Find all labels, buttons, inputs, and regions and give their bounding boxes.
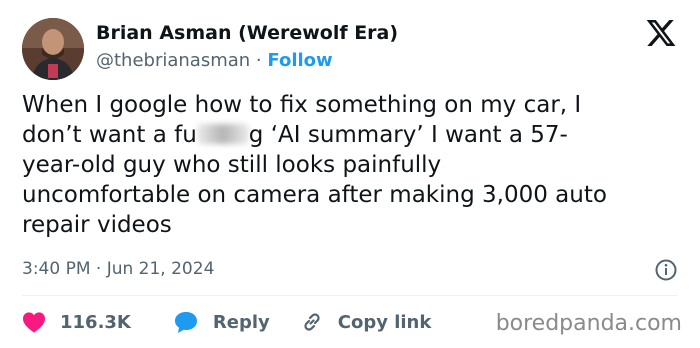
avatar-image bbox=[22, 18, 84, 80]
tweet-timestamp[interactable]: 3:40 PM · Jun 21, 2024 bbox=[22, 259, 214, 279]
handle-separator: · bbox=[255, 50, 262, 71]
tweet-line: repair videos bbox=[22, 212, 172, 238]
author-display-name[interactable]: Brian Asman (Werewolf Era) bbox=[96, 22, 398, 44]
reply-button[interactable]: Reply bbox=[173, 310, 270, 334]
tweet-card: Brian Asman (Werewolf Era) @thebrianasma… bbox=[0, 0, 700, 348]
author-handle-row: @thebrianasman · Follow bbox=[96, 50, 333, 71]
link-icon bbox=[304, 313, 320, 331]
tweet-line: don’t want a fu g ‘AI summary’ I want a 5… bbox=[22, 122, 568, 148]
like-count: 116.3K bbox=[60, 311, 131, 333]
info-icon[interactable] bbox=[654, 258, 678, 282]
tweet-line: uncomfortable on camera after making 3,0… bbox=[22, 182, 607, 208]
action-bar: 116.3K Reply Copy link bbox=[22, 309, 461, 335]
divider bbox=[22, 295, 678, 296]
copy-link-button[interactable]: Copy link bbox=[300, 310, 432, 334]
tweet-line: When I google how to fix something on my… bbox=[22, 92, 582, 118]
like-button[interactable]: 116.3K bbox=[22, 311, 131, 333]
follow-button[interactable]: Follow bbox=[267, 50, 332, 71]
author-handle[interactable]: @thebrianasman bbox=[96, 50, 250, 71]
copy-link-label: Copy link bbox=[337, 311, 432, 333]
heart-icon bbox=[23, 312, 45, 333]
speech-bubble-icon bbox=[174, 312, 197, 333]
censor-blur bbox=[196, 124, 249, 144]
source-watermark: boredpanda.com bbox=[495, 311, 682, 336]
tweet-line: year-old guy who still looks painfully bbox=[22, 152, 442, 178]
avatar[interactable] bbox=[22, 18, 84, 80]
reply-label: Reply bbox=[212, 311, 270, 333]
tweet-text: When I google how to fix something on my… bbox=[22, 90, 662, 240]
x-logo-icon[interactable] bbox=[644, 17, 678, 49]
